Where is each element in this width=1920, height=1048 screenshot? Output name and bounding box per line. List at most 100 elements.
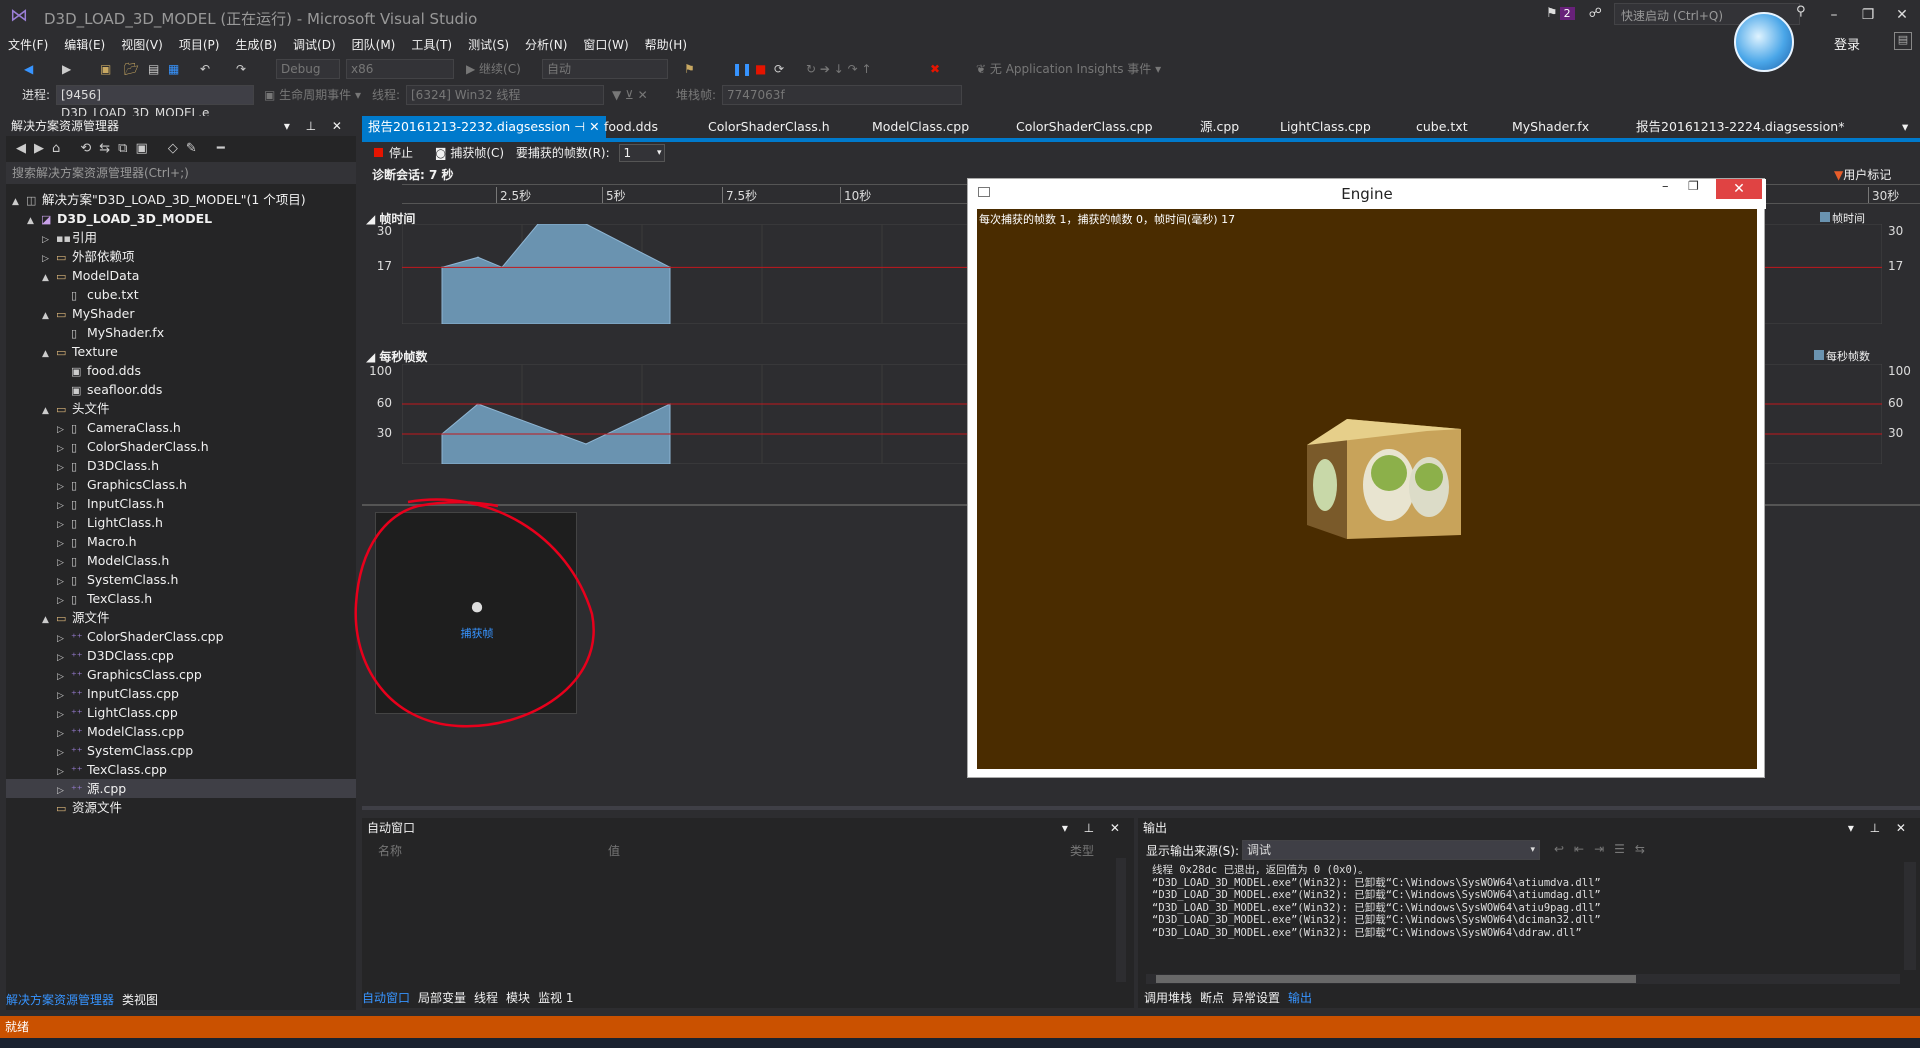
engine-window[interactable]: Engine – ❐ ✕ 每次捕获的帧数 1，捕获的帧数 0，帧时间(毫秒) 1…: [967, 178, 1766, 778]
pane-controls[interactable]: ▾ ⊥ ✕: [284, 116, 348, 136]
stop-debug-icon[interactable]: ■: [755, 59, 766, 79]
menu-build[interactable]: 生成(B): [227, 34, 285, 56]
menu-view[interactable]: 视图(V): [113, 34, 171, 56]
back-icon[interactable]: ◀: [24, 59, 33, 79]
tree-item[interactable]: ▷ ▪▪引用: [6, 228, 97, 247]
tree-item[interactable]: ▷ ▯ ModelClass.h: [6, 551, 169, 570]
filter-icons[interactable]: ▼ ⊻ ✕: [612, 85, 648, 105]
frames-to-capture-select[interactable]: 1 ▾: [619, 144, 666, 162]
col-name[interactable]: 名称: [378, 842, 402, 859]
tab-cube-txt[interactable]: cube.txt: [1410, 116, 1474, 138]
pane-controls[interactable]: ▾ ⊥ ✕: [1848, 818, 1912, 838]
menu-team[interactable]: 团队(M): [344, 34, 404, 56]
solution-explorer-toolbar[interactable]: ◀▶⌂ ⟲⇆⧉▣ ◇✎ ━: [6, 136, 356, 162]
tab-autos[interactable]: 自动窗口: [362, 988, 410, 1008]
account-icon[interactable]: ▤: [1894, 32, 1912, 50]
tree-item[interactable]: ▲ ▭ 头文件: [6, 399, 110, 418]
engine-close-button[interactable]: ✕: [1716, 179, 1762, 199]
tab-locals[interactable]: 局部变量: [418, 988, 466, 1008]
tree-item[interactable]: ▯ MyShader.fx: [6, 323, 164, 342]
tab-threads[interactable]: 线程: [474, 988, 498, 1008]
tab-colorshaderclass-cpp[interactable]: ColorShaderClass.cpp: [1010, 116, 1159, 138]
col-value[interactable]: 值: [608, 842, 620, 859]
tab-class-view[interactable]: 类视图: [122, 990, 158, 1010]
tab-diagsession-2224[interactable]: 报告20161213-2224.diagsession*: [1630, 116, 1850, 138]
menu-project[interactable]: 项目(P): [171, 34, 228, 56]
tree-item[interactable]: ▷ ▯ GraphicsClass.h: [6, 475, 187, 494]
undo-icon[interactable]: ↶: [200, 59, 210, 79]
output-text[interactable]: 线程 0x28dc 已退出，返回值为 0 (0x0)。 “D3D_LOAD_3D_…: [1138, 862, 1904, 988]
restart-icon[interactable]: ⟳: [774, 59, 784, 79]
menu-help[interactable]: 帮助(H): [637, 34, 695, 56]
engine-minimize-button[interactable]: –: [1662, 179, 1669, 194]
tab-lightclass-cpp[interactable]: LightClass.cpp: [1274, 116, 1377, 138]
attach-icon[interactable]: ⚑: [684, 59, 695, 79]
output-source-select[interactable]: 调试 ▾: [1242, 840, 1540, 860]
tree-item[interactable]: ▷ ⁺⁺ ModelClass.cpp: [6, 722, 184, 741]
tree-item[interactable]: ▷ ⁺⁺ ColorShaderClass.cpp: [6, 627, 224, 646]
tree-item[interactable]: ▷ ⁺⁺ D3DClass.cpp: [6, 646, 174, 665]
tab-breakpoints[interactable]: 断点: [1200, 988, 1224, 1008]
tree-item[interactable]: ▷ ⁺⁺ 源.cpp: [6, 779, 356, 798]
tree-item[interactable]: ▲ ◪ D3D_LOAD_3D_MODEL: [6, 209, 212, 228]
tree-item[interactable]: ▲ ▭ 源文件: [6, 608, 110, 627]
save-icon[interactable]: ▤: [148, 59, 159, 79]
pause-icon[interactable]: ❚❚: [732, 59, 752, 79]
tree-item[interactable]: ▷ ⁺⁺ GraphicsClass.cpp: [6, 665, 202, 684]
tree-item[interactable]: ▲ ▭ MyShader: [6, 304, 134, 323]
insights-button[interactable]: ❦ 无 Application Insights 事件 ▾: [976, 59, 1161, 79]
tab-diagsession-2232[interactable]: 报告20161213-2232.diagsession ⊣ ✕: [362, 116, 606, 138]
autos-scrollbar[interactable]: [1116, 858, 1126, 982]
tab-exception-settings[interactable]: 异常设置: [1232, 988, 1280, 1008]
login-link[interactable]: 登录: [1834, 34, 1860, 53]
tab-watch-1[interactable]: 监视 1: [538, 988, 573, 1008]
tab-colorshaderclass-h[interactable]: ColorShaderClass.h: [702, 116, 836, 138]
open-folder-icon[interactable]: 📂︎: [124, 59, 139, 79]
maximize-button[interactable]: ❐: [1854, 4, 1882, 26]
tab-solution-explorer[interactable]: 解决方案资源管理器: [6, 990, 114, 1010]
process-select[interactable]: [9456] D3D_LOAD_3D_MODEL.e: [56, 85, 254, 120]
menu-window[interactable]: 窗口(W): [575, 34, 636, 56]
tree-item[interactable]: ▣ seafloor.dds: [6, 380, 162, 399]
tree-item[interactable]: ▷ ▯ TexClass.h: [6, 589, 152, 608]
menu-file[interactable]: 文件(F): [0, 34, 56, 56]
redo-icon[interactable]: ↷: [236, 59, 246, 79]
tree-item[interactable]: ▷ ▯ ColorShaderClass.h: [6, 437, 209, 456]
menu-tools[interactable]: 工具(T): [403, 34, 460, 56]
collapse-icon[interactable]: ◢: [366, 350, 379, 364]
tree-item[interactable]: ▷ ▯ InputClass.h: [6, 494, 164, 513]
tree-item[interactable]: ▲ ▭ Texture: [6, 342, 118, 361]
tree-item[interactable]: ▷ ▭ 外部依赖项: [6, 247, 135, 266]
render-canvas[interactable]: 每次捕获的帧数 1，捕获的帧数 0，帧时间(毫秒) 17: [977, 209, 1757, 769]
menu-analyze[interactable]: 分析(N): [517, 34, 575, 56]
new-project-icon[interactable]: ▣: [100, 59, 111, 79]
breakpoints-icon[interactable]: ✖: [930, 59, 940, 79]
tree-item[interactable]: ▲ ◫ 解决方案"D3D_LOAD_3D_MODEL"(1 个项目): [6, 190, 306, 209]
menu-debug[interactable]: 调试(D): [285, 34, 344, 56]
tab-food-dds[interactable]: food.dds: [598, 116, 664, 138]
forward-icon[interactable]: ▶: [62, 59, 71, 79]
engine-maximize-button[interactable]: ❐: [1688, 179, 1699, 193]
menu-edit[interactable]: 编辑(E): [56, 34, 113, 56]
tab-modelclass-cpp[interactable]: ModelClass.cpp: [866, 116, 975, 138]
tab-overflow-icon[interactable]: ▾: [1896, 116, 1914, 138]
output-hscrollbar[interactable]: [1146, 974, 1900, 984]
tree-item[interactable]: ▣ food.dds: [6, 361, 141, 380]
tab-output[interactable]: 输出: [1288, 988, 1312, 1008]
auto-select[interactable]: 自动: [542, 59, 668, 79]
tree-item[interactable]: ▷ ⁺⁺ TexClass.cpp: [6, 760, 167, 779]
splitter[interactable]: [362, 806, 1920, 810]
step-icons[interactable]: ↻ ➔ ↓ ↷ ↑: [806, 59, 872, 79]
tab-myshader-fx[interactable]: MyShader.fx: [1506, 116, 1595, 138]
tree-item[interactable]: ▲ ▭ ModelData: [6, 266, 139, 285]
capture-frame-button[interactable]: ◙ 捕获帧(C): [435, 146, 504, 160]
output-toolbar-icons[interactable]: ↩⇤⇥☰⇆: [1554, 842, 1655, 856]
minimize-button[interactable]: –: [1820, 4, 1848, 26]
col-type[interactable]: 类型: [1070, 842, 1094, 859]
engine-title-bar[interactable]: Engine – ❐ ✕: [968, 179, 1766, 209]
tab-source-cpp[interactable]: 源.cpp: [1194, 116, 1245, 138]
thread-select[interactable]: [6324] Win32 线程: [406, 85, 604, 105]
search-icon[interactable]: ⚲: [1796, 4, 1806, 19]
output-vscrollbar[interactable]: [1904, 862, 1916, 970]
tree-item[interactable]: ▷ ⁺⁺ InputClass.cpp: [6, 684, 179, 703]
